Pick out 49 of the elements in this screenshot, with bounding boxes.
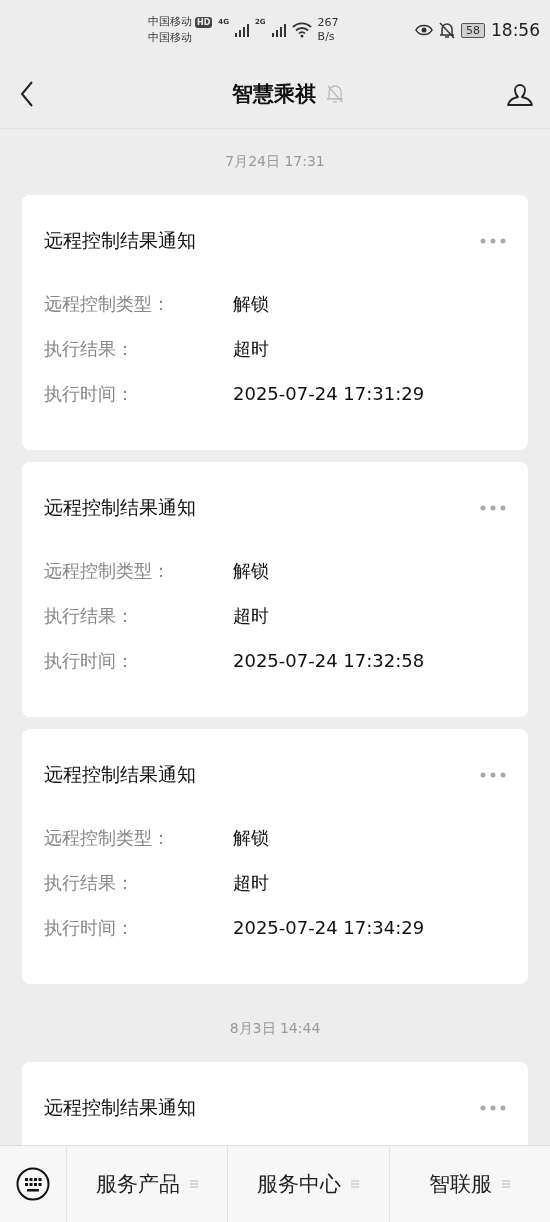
menu-tab[interactable]: 服务中心 (227, 1146, 389, 1222)
field-value: 解锁 (233, 291, 269, 316)
speed-unit: B/s (317, 30, 336, 44)
more-icon[interactable] (480, 238, 506, 244)
field-value: 超时 (233, 336, 269, 361)
card-title: 远程控制结果通知 (44, 762, 196, 787)
signal-icon (234, 23, 249, 37)
network-speed: 267 (317, 16, 339, 30)
field-label: 执行结果： (44, 870, 135, 895)
card-title: 远程控制结果通知 (44, 1095, 196, 1120)
carrier-name: 中国移动 (148, 14, 192, 30)
field-value: 解锁 (233, 825, 269, 850)
carrier-name: 中国移动 (148, 30, 192, 46)
menu-lines-icon (351, 1179, 360, 1189)
menu-lines-icon (502, 1179, 511, 1189)
card-title: 远程控制结果通知 (44, 495, 196, 520)
date-separator: 7月24日 17:31 (225, 152, 325, 171)
bell-off-icon (439, 21, 455, 39)
menu-tab[interactable]: 服务产品 (66, 1146, 228, 1222)
field-label: 远程控制类型： (44, 825, 171, 850)
eye-icon (415, 24, 433, 36)
more-icon[interactable] (480, 505, 506, 511)
menu-tab[interactable]: 智联服 (388, 1146, 550, 1222)
field-value: 超时 (233, 870, 269, 895)
wifi-icon (291, 22, 312, 38)
battery-level: 58 (461, 22, 485, 38)
clock-time: 18:56 (491, 20, 540, 40)
field-value: 2025-07-24 17:31:29 (233, 383, 425, 404)
back-icon[interactable] (20, 81, 34, 107)
more-icon[interactable] (480, 1105, 506, 1111)
field-label: 执行结果： (44, 336, 135, 361)
field-label: 执行时间： (44, 381, 135, 406)
field-label: 执行结果： (44, 603, 135, 628)
signal-icon (271, 23, 286, 37)
hd-badge: HD (195, 16, 213, 28)
field-value: 2025-07-24 17:34:29 (233, 917, 425, 938)
keyboard-icon (16, 1167, 50, 1201)
field-value: 解锁 (233, 558, 269, 583)
field-label: 远程控制类型： (44, 291, 171, 316)
field-value: 2025-07-24 17:32:58 (233, 650, 425, 671)
menu-lines-icon (190, 1179, 199, 1189)
date-separator: 8月3日 14:44 (229, 1019, 321, 1038)
card-title: 远程控制结果通知 (44, 228, 196, 253)
field-value: 超时 (233, 603, 269, 628)
chat-title: 智慧乘祺 (232, 81, 316, 108)
more-icon[interactable] (480, 772, 506, 778)
field-label: 执行时间： (44, 915, 135, 940)
field-label: 执行时间： (44, 648, 135, 673)
field-label: 远程控制类型： (44, 558, 171, 583)
